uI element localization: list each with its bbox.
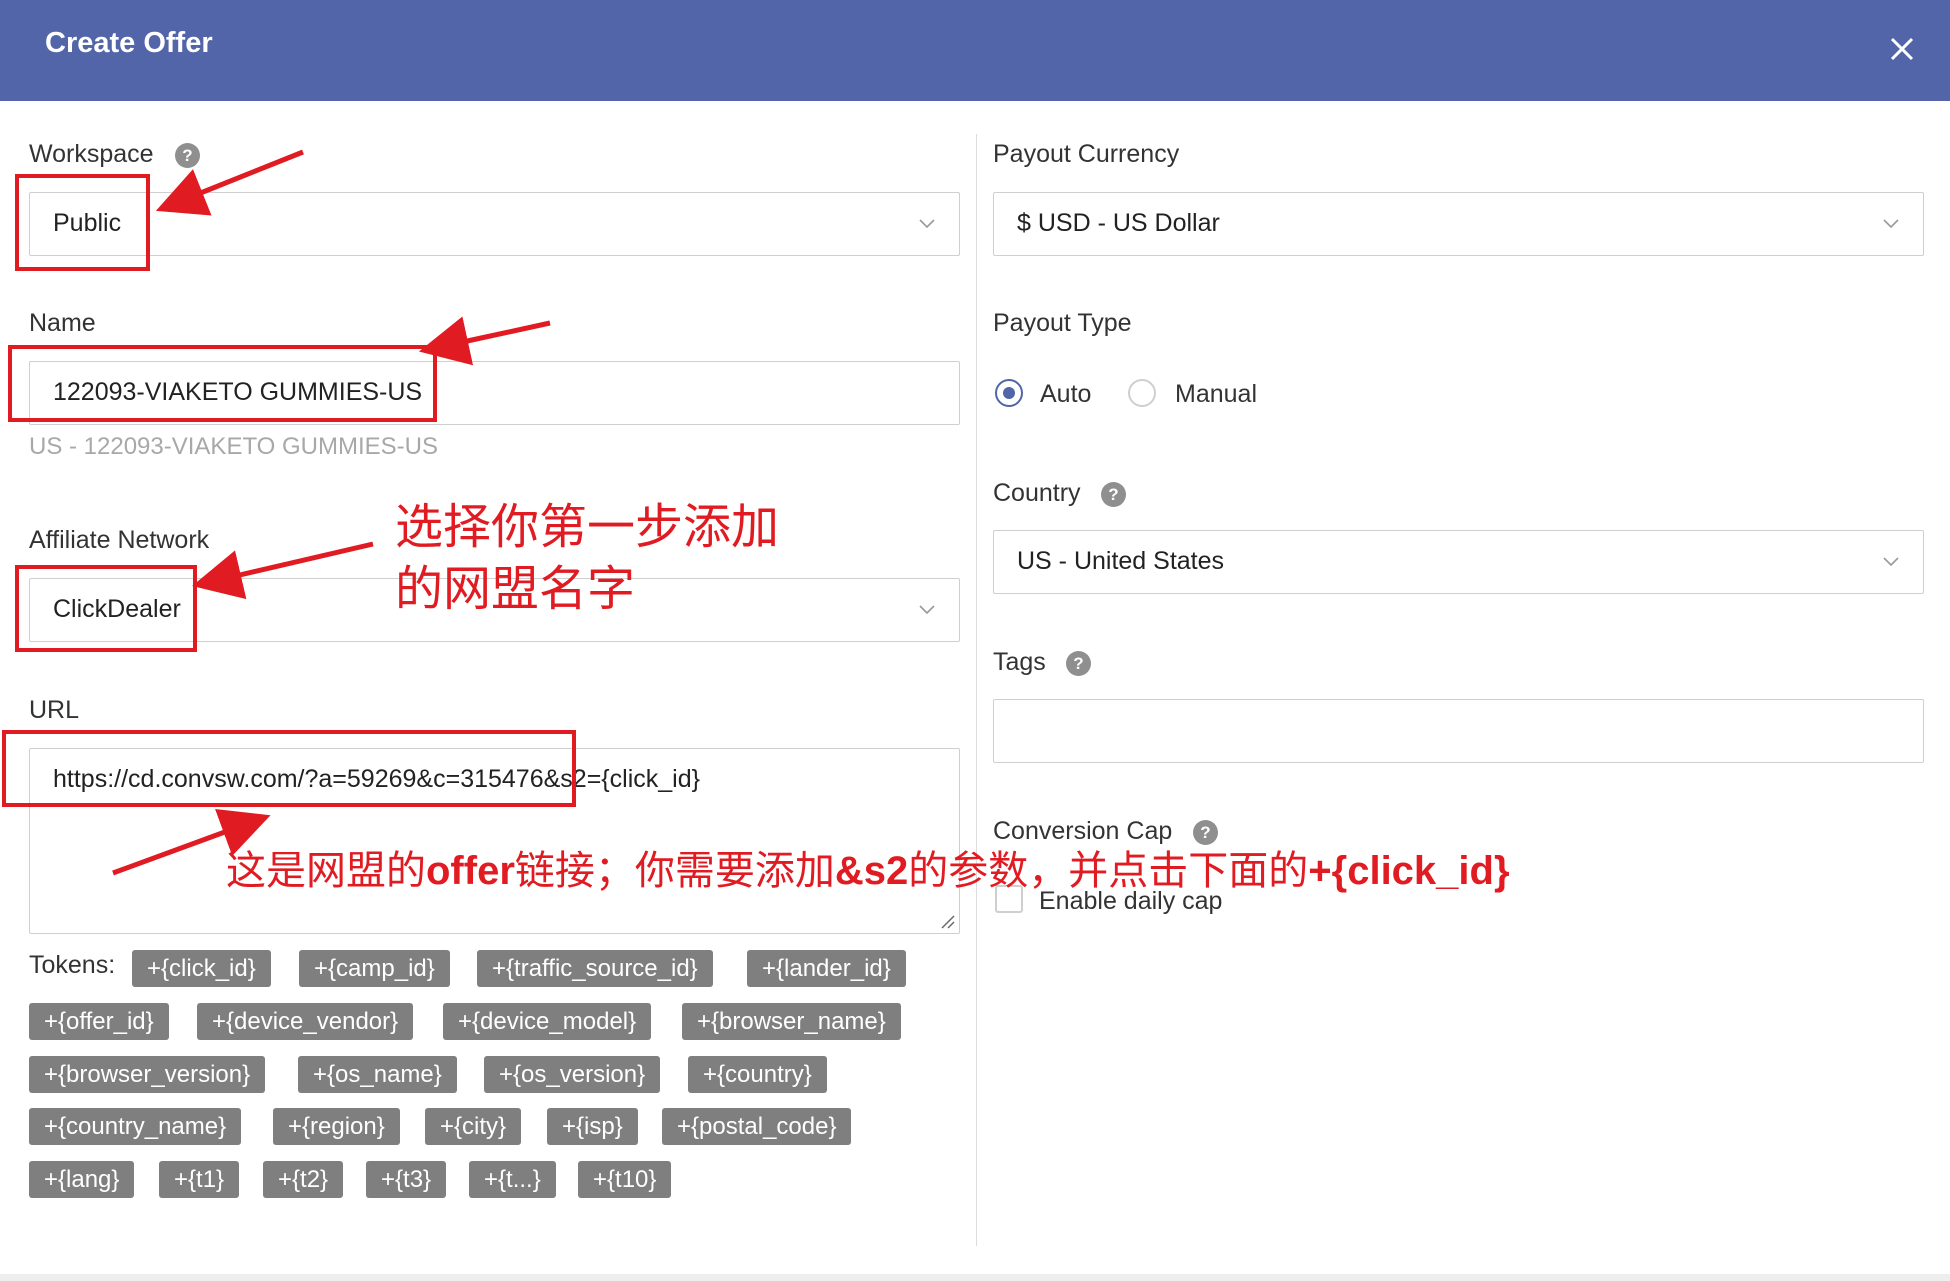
- payout-currency-value: $ USD - US Dollar: [1017, 209, 1220, 237]
- annotation-box-name: [8, 345, 437, 422]
- payout-type-label: Payout Type: [993, 309, 1132, 337]
- payout-type-manual-radio[interactable]: [1128, 379, 1156, 407]
- payout-currency-select[interactable]: $ USD - US Dollar: [993, 192, 1924, 256]
- affiliate-network-label: Affiliate Network: [29, 526, 210, 554]
- column-divider: [976, 134, 977, 1246]
- token-button[interactable]: +{region}: [273, 1108, 400, 1145]
- close-icon[interactable]: [1880, 27, 1924, 71]
- token-button[interactable]: +{os_name}: [298, 1056, 457, 1093]
- token-button[interactable]: +{device_vendor}: [197, 1003, 414, 1040]
- annotation-network-note-line2: 的网盟名字: [395, 561, 636, 617]
- token-button[interactable]: +{t3}: [366, 1161, 447, 1198]
- annotation-url-note-part2: 链接；你需要添加: [514, 848, 835, 894]
- token-button[interactable]: +{lander_id}: [747, 950, 906, 987]
- token-button[interactable]: +{t2}: [263, 1161, 344, 1198]
- help-icon[interactable]: ?: [175, 143, 200, 168]
- payout-currency-label: Payout Currency: [993, 140, 1180, 168]
- chevron-down-icon: [919, 219, 935, 229]
- annotation-network-note: 选择你第一步添加 的网盟名字: [395, 496, 779, 620]
- annotation-network-note-line1: 选择你第一步添加: [395, 499, 780, 555]
- token-button[interactable]: +{city}: [425, 1108, 522, 1145]
- dialog-footer-edge: [0, 1274, 1950, 1281]
- payout-type-auto-label[interactable]: Auto: [1040, 380, 1091, 409]
- token-button[interactable]: +{click_id}: [132, 950, 271, 987]
- token-button[interactable]: +{offer_id}: [29, 1003, 169, 1040]
- payout-type-auto-radio[interactable]: [995, 379, 1023, 407]
- payout-type-manual-label[interactable]: Manual: [1175, 380, 1257, 409]
- annotation-box-url: [2, 730, 576, 807]
- dialog-header: Create Offer: [0, 0, 1950, 101]
- token-button[interactable]: +{lang}: [29, 1161, 135, 1198]
- token-button[interactable]: +{postal_code}: [662, 1108, 852, 1145]
- dialog-title: Create Offer: [45, 27, 213, 59]
- help-icon[interactable]: ?: [1101, 482, 1126, 507]
- token-button[interactable]: +{country}: [688, 1056, 827, 1093]
- token-button[interactable]: +{device_model}: [443, 1003, 652, 1040]
- annotation-box-workspace: [15, 174, 150, 271]
- annotation-url-note-bold2: &s2: [834, 849, 909, 893]
- chevron-down-icon: [1883, 557, 1899, 567]
- chevron-down-icon: [1883, 219, 1899, 229]
- name-label: Name: [29, 309, 96, 337]
- country-label: Country: [993, 479, 1081, 507]
- annotation-url-note-part1: 这是网盟的: [226, 848, 426, 894]
- help-icon[interactable]: ?: [1066, 651, 1091, 676]
- token-button[interactable]: +{traffic_source_id}: [477, 950, 713, 987]
- annotation-url-note-part3: 的参数，并点击下面的: [908, 848, 1309, 894]
- tags-label: Tags: [993, 648, 1046, 676]
- country-select[interactable]: US - United States: [993, 530, 1924, 594]
- workspace-select[interactable]: Public: [29, 192, 960, 256]
- url-label: URL: [29, 696, 80, 724]
- token-button[interactable]: +{country_name}: [29, 1108, 242, 1145]
- annotation-url-note-bold3: +{click_id}: [1308, 849, 1510, 893]
- token-button[interactable]: +{isp}: [547, 1108, 638, 1145]
- token-button[interactable]: +{camp_id}: [299, 950, 450, 987]
- tokens-label: Tokens:: [29, 951, 116, 979]
- tags-input[interactable]: [993, 699, 1924, 763]
- token-button[interactable]: +{t...}: [469, 1161, 556, 1198]
- token-button[interactable]: +{os_version}: [484, 1056, 661, 1093]
- token-button[interactable]: +{t1}: [159, 1161, 240, 1198]
- token-button[interactable]: +{t10}: [578, 1161, 672, 1198]
- token-button[interactable]: +{browser_name}: [682, 1003, 901, 1040]
- resize-grip-icon[interactable]: [939, 913, 955, 929]
- workspace-label: Workspace: [29, 140, 154, 168]
- annotation-box-network: [15, 565, 197, 652]
- name-hint: US - 122093-VIAKETO GUMMIES-US: [29, 433, 439, 460]
- annotation-url-note-bold1: offer: [426, 849, 515, 893]
- token-button[interactable]: +{browser_version}: [29, 1056, 266, 1093]
- annotation-url-note: 这是网盟的offer链接；你需要添加&s2的参数，并点击下面的+{click_i…: [226, 838, 1510, 896]
- chevron-down-icon: [919, 605, 935, 615]
- country-value: US - United States: [1017, 547, 1225, 575]
